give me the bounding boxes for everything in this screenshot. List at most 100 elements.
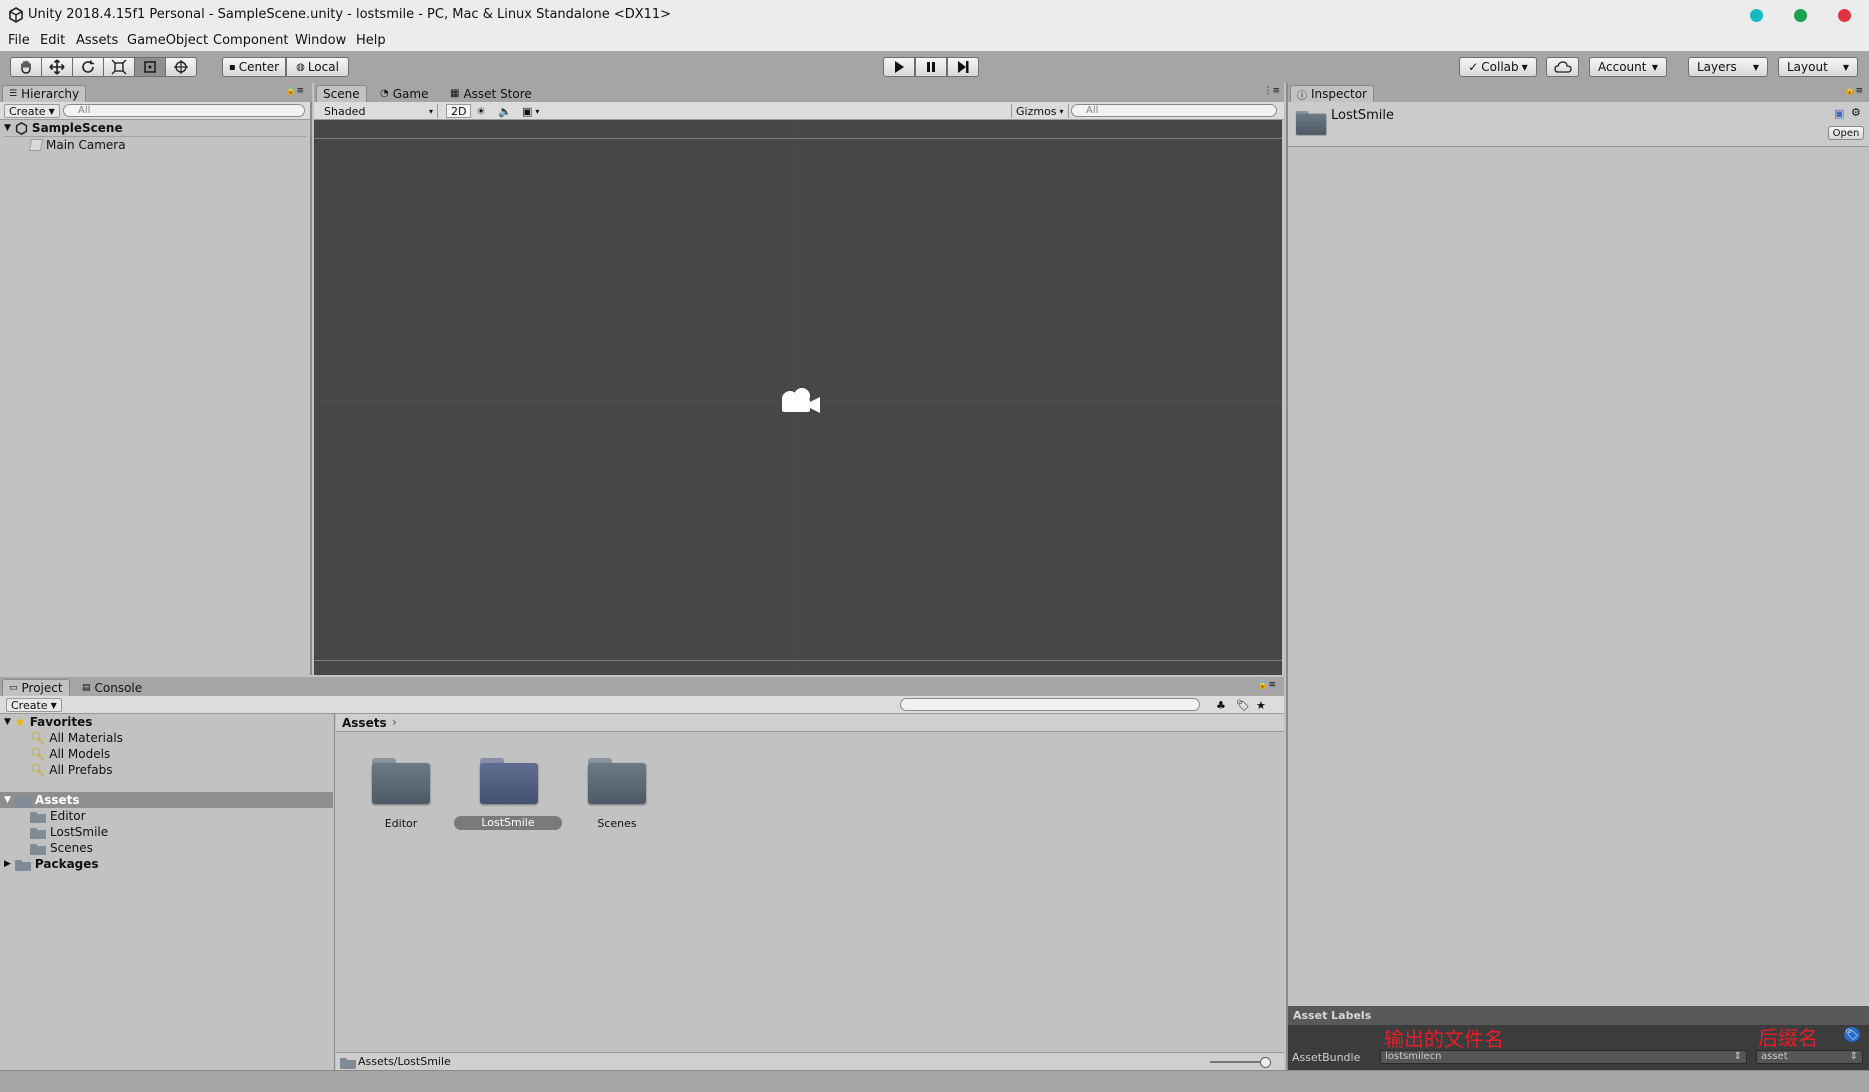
folder-icon bbox=[1296, 111, 1327, 135]
audio-toggle[interactable]: 🔈 bbox=[494, 104, 516, 118]
cloud-button[interactable] bbox=[1546, 57, 1579, 77]
folder-icon bbox=[14, 794, 31, 807]
breadcrumb-assets[interactable]: Assets bbox=[342, 716, 387, 730]
camera-gizmo-icon[interactable] bbox=[776, 385, 822, 417]
minimize-button[interactable] bbox=[1750, 9, 1763, 22]
gizmos-dropdown[interactable]: Gizmos ▾ bbox=[1011, 104, 1069, 118]
menu-assets[interactable]: Assets bbox=[76, 33, 118, 48]
packages-label: Packages bbox=[34, 857, 99, 871]
open-button[interactable]: Open bbox=[1828, 126, 1864, 140]
effects-dropdown[interactable]: ▣ ▾ bbox=[518, 104, 543, 118]
expand-triangle-icon[interactable]: ▶ bbox=[4, 859, 11, 869]
panel-menu-icon[interactable]: ⋮≡ bbox=[1263, 86, 1280, 96]
tab-game[interactable]: ◔ Game bbox=[374, 85, 434, 102]
tab-project[interactable]: ▭ Project bbox=[2, 679, 70, 696]
menu-edit[interactable]: Edit bbox=[40, 33, 65, 48]
tab-inspector[interactable]: ⓘ Inspector bbox=[1290, 85, 1374, 102]
star-icon[interactable]: ★ bbox=[1252, 698, 1270, 712]
scale-tool-button[interactable] bbox=[103, 57, 135, 77]
grid-folder-icon-selected[interactable] bbox=[480, 758, 538, 804]
space-label: Local bbox=[307, 60, 339, 74]
hierarchy-create-button[interactable]: Create ▼ bbox=[4, 104, 60, 118]
assetbundle-variant-dropdown[interactable]: asset ⇕ bbox=[1756, 1050, 1863, 1064]
play-button[interactable] bbox=[883, 57, 915, 77]
pivot-center-toggle[interactable]: ▪ Center bbox=[222, 57, 286, 77]
tree-folder-item[interactable]: LostSmile bbox=[30, 824, 108, 840]
panel-menu-icon[interactable]: 🔒≡ bbox=[285, 86, 304, 96]
hierarchy-subbar: Create ▼ All bbox=[0, 102, 310, 120]
transform-tool-button[interactable] bbox=[165, 57, 197, 77]
slider-thumb[interactable] bbox=[1260, 1057, 1271, 1068]
tree-packages[interactable]: ▶ Packages bbox=[4, 856, 99, 872]
tree-folder-item[interactable]: Scenes bbox=[30, 840, 93, 856]
grid-item-label[interactable]: Scenes bbox=[552, 817, 682, 830]
lighting-toggle[interactable]: ☀ bbox=[472, 104, 490, 118]
create-label: Create bbox=[11, 698, 48, 712]
scene-toolbar: Shaded ▾ 2D ☀ 🔈 ▣ ▾ Gizmos ▾ All bbox=[314, 102, 1284, 120]
hand-icon bbox=[21, 60, 31, 74]
rotate-tool-button[interactable] bbox=[72, 57, 104, 77]
grid-item-label[interactable]: Editor bbox=[336, 817, 466, 830]
hierarchy-item-main-camera[interactable]: Main Camera bbox=[28, 137, 126, 153]
scene-name: SampleScene bbox=[31, 121, 123, 135]
layout-label: Layout bbox=[1787, 60, 1828, 74]
tab-hierarchy[interactable]: ☰ Hierarchy bbox=[2, 85, 87, 102]
layout-dropdown[interactable]: Layout ▼ bbox=[1778, 57, 1858, 77]
project-create-button[interactable]: Create ▼ bbox=[6, 698, 62, 712]
scene-viewport[interactable] bbox=[314, 120, 1282, 675]
shading-mode-dropdown[interactable]: Shaded ▾ bbox=[320, 104, 438, 118]
console-icon: ▤ bbox=[82, 682, 91, 693]
account-dropdown[interactable]: Account ▼ bbox=[1589, 57, 1667, 77]
layers-dropdown[interactable]: Layers ▼ bbox=[1688, 57, 1768, 77]
collab-dropdown[interactable]: ✓ Collab ▼ bbox=[1459, 57, 1537, 77]
scene-search-placeholder: All bbox=[1086, 105, 1099, 116]
filter-type-icon[interactable]: ♣ bbox=[1212, 698, 1230, 712]
expand-triangle-icon[interactable]: ▼ bbox=[4, 717, 11, 727]
icon-size-slider[interactable] bbox=[1210, 1061, 1266, 1063]
project-search-input[interactable] bbox=[900, 698, 1200, 711]
menu-window[interactable]: Window bbox=[295, 33, 346, 48]
expand-triangle-icon[interactable]: ▼ bbox=[4, 123, 11, 133]
pivot-local-toggle[interactable]: ◍ Local bbox=[286, 57, 349, 77]
menu-file[interactable]: File bbox=[8, 33, 30, 48]
grid-folder-icon[interactable] bbox=[588, 758, 646, 804]
menu-help[interactable]: Help bbox=[356, 33, 386, 48]
scene-search-input[interactable]: All bbox=[1071, 104, 1277, 117]
assetbundle-name-dropdown[interactable]: lostsmilecn ⇕ bbox=[1380, 1050, 1747, 1064]
mode-2d-toggle[interactable]: 2D bbox=[446, 104, 472, 118]
tree-folder-item[interactable]: Editor bbox=[30, 808, 86, 824]
tab-scene[interactable]: Scene bbox=[316, 85, 367, 102]
menu-component[interactable]: Component bbox=[213, 33, 288, 48]
maximize-button[interactable] bbox=[1794, 9, 1807, 22]
expand-triangle-icon[interactable]: ▼ bbox=[4, 795, 11, 805]
tree-favorites[interactable]: ▼ ★ Favorites bbox=[4, 714, 92, 730]
panel-menu-icon[interactable]: 🔒≡ bbox=[1257, 680, 1276, 690]
filter-label-icon[interactable]: 🏷 bbox=[1232, 698, 1254, 712]
layers-label: Layers bbox=[1697, 60, 1737, 74]
tab-asset-store[interactable]: ▦ Asset Store bbox=[444, 85, 538, 102]
gear-icon[interactable]: ⚙ bbox=[1851, 106, 1861, 119]
menu-gameobject[interactable]: GameObject bbox=[127, 33, 208, 48]
step-button[interactable] bbox=[947, 57, 979, 77]
scene-root[interactable]: ▼ SampleScene bbox=[4, 120, 306, 137]
label-tag-icon[interactable]: 🏷 bbox=[1844, 1027, 1860, 1042]
hand-tool-button[interactable] bbox=[10, 57, 42, 77]
grid-item-label-selected[interactable]: LostSmile bbox=[454, 816, 562, 830]
tab-console[interactable]: ▤ Console bbox=[76, 679, 148, 696]
help-book-icon[interactable]: ▣ bbox=[1834, 107, 1844, 120]
pause-button[interactable] bbox=[915, 57, 947, 77]
grid-folder-icon[interactable] bbox=[372, 758, 430, 804]
rect-tool-button[interactable] bbox=[134, 57, 166, 77]
move-tool-button[interactable] bbox=[41, 57, 73, 77]
chevron-down-icon: ▼ bbox=[1521, 62, 1528, 72]
close-button[interactable] bbox=[1838, 9, 1851, 22]
scale-icon bbox=[111, 59, 127, 75]
tree-assets[interactable]: ▼ Assets bbox=[4, 792, 80, 808]
chevron-right-icon: › bbox=[392, 715, 397, 729]
favorite-item[interactable]: 🔍︎ All Models bbox=[30, 746, 110, 762]
hierarchy-search-input[interactable]: All bbox=[63, 104, 305, 117]
favorite-item[interactable]: 🔍︎ All Prefabs bbox=[30, 762, 112, 778]
favorite-item[interactable]: 🔍︎ All Materials bbox=[30, 730, 123, 746]
check-circle-icon: ✓ bbox=[1468, 60, 1479, 74]
panel-menu-icon[interactable]: 🔒≡ bbox=[1844, 86, 1863, 96]
